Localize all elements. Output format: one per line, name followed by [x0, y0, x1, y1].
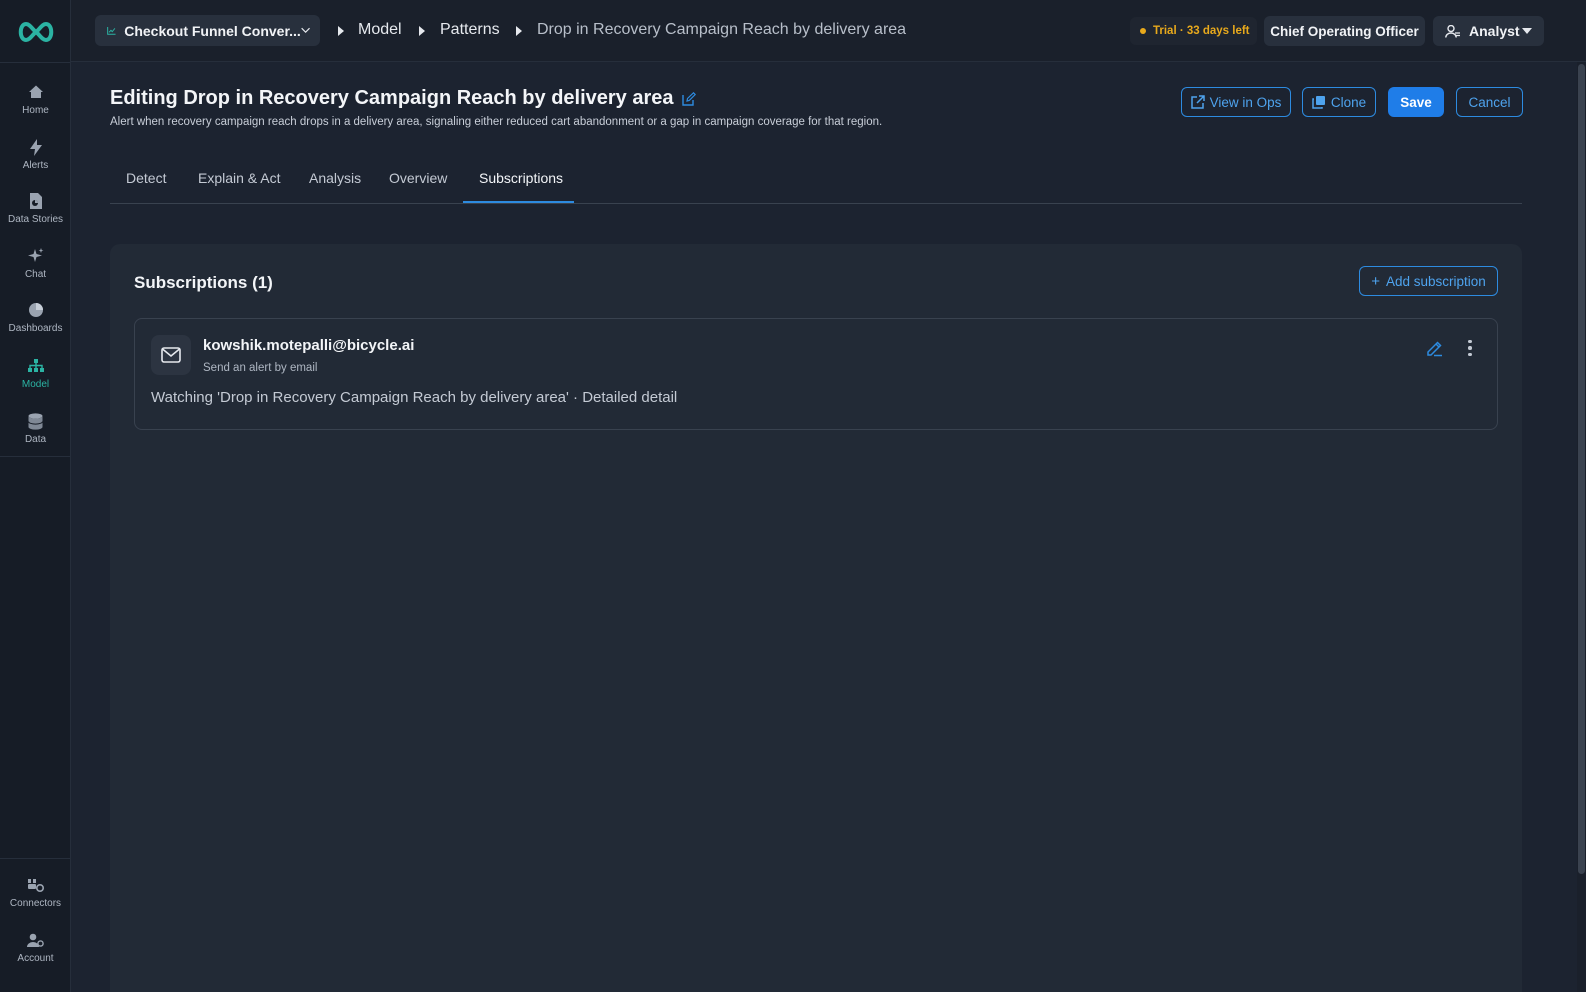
bolt-icon — [27, 138, 45, 156]
active-tab-indicator — [463, 201, 574, 203]
subscriptions-panel: Subscriptions (1) + Add subscription kow… — [110, 244, 1522, 992]
breadcrumb-model[interactable]: Model — [358, 21, 402, 39]
subscription-email: kowshik.motepalli@bicycle.ai — [203, 337, 415, 354]
sidebar-divider — [0, 456, 71, 457]
tab-bar: Detect Explain & Act Analysis Overview S… — [110, 160, 1522, 204]
save-label: Save — [1400, 94, 1432, 110]
external-link-icon — [1190, 95, 1205, 109]
user-icon — [1445, 24, 1460, 38]
trial-badge[interactable]: Trial · 33 days left — [1130, 17, 1257, 45]
sidebar-item-label: Dashboards — [8, 323, 63, 334]
project-label: Checkout Funnel Conver... — [124, 22, 301, 39]
account-icon — [27, 931, 45, 949]
connectors-icon — [27, 876, 45, 894]
sidebar-divider — [0, 62, 71, 63]
copy-icon — [1312, 96, 1325, 109]
sidebar-item-label: Home — [22, 105, 49, 116]
sidebar-divider — [0, 858, 71, 859]
sparkle-icon — [27, 247, 45, 265]
email-icon — [151, 335, 191, 375]
sidebar-item-label: Data Stories — [7, 214, 64, 225]
cancel-label: Cancel — [1468, 94, 1511, 110]
user-menu[interactable]: Analyst — [1433, 16, 1544, 46]
scrollbar-thumb[interactable] — [1578, 64, 1585, 874]
chevron-down-icon — [301, 27, 310, 33]
tab-overview[interactable]: Overview — [389, 170, 447, 186]
sidebar-item-label: Data — [24, 434, 47, 445]
sidebar-item-account[interactable]: Account — [0, 931, 71, 983]
breadcrumb-arrow-icon — [516, 26, 522, 36]
breadcrumb-current: Drop in Recovery Campaign Reach by deliv… — [537, 21, 907, 38]
breadcrumb-arrow-icon — [419, 26, 425, 36]
status-dot-icon — [1140, 28, 1146, 34]
cancel-button[interactable]: Cancel — [1456, 87, 1523, 117]
subscription-card[interactable]: kowshik.motepalli@bicycle.ai Send an ale… — [134, 318, 1498, 430]
page-description: Alert when recovery campaign reach drops… — [110, 116, 883, 128]
view-in-ops-button[interactable]: View in Ops — [1181, 87, 1291, 117]
subscription-watching: Watching 'Drop in Recovery Campaign Reac… — [151, 389, 678, 406]
sidebar-item-alerts[interactable]: Alerts — [0, 138, 71, 190]
project-selector[interactable]: Checkout Funnel Conver... — [95, 15, 320, 46]
add-subscription-button[interactable]: + Add subscription — [1359, 266, 1498, 296]
clone-label: Clone — [1330, 94, 1367, 110]
sidebar-item-dashboards[interactable]: Dashboards — [0, 301, 71, 353]
hierarchy-icon — [27, 357, 45, 375]
tab-detect[interactable]: Detect — [126, 170, 166, 186]
home-icon — [27, 83, 45, 101]
sidebar-item-label: Alerts — [22, 160, 49, 171]
sidebar-item-label: Account — [17, 953, 54, 964]
tab-explain-act[interactable]: Explain & Act — [198, 170, 281, 186]
logo-icon[interactable] — [16, 20, 56, 44]
tab-analysis[interactable]: Analysis — [309, 170, 361, 186]
caret-down-icon — [1522, 28, 1532, 34]
view-in-ops-label: View in Ops — [1209, 94, 1282, 110]
pencil-icon[interactable] — [1425, 339, 1443, 357]
top-bar: Checkout Funnel Conver... Model Patterns… — [71, 0, 1586, 62]
save-button[interactable]: Save — [1388, 87, 1444, 117]
page-title-row: Editing Drop in Recovery Campaign Reach … — [110, 87, 696, 110]
scrollbar[interactable] — [1577, 62, 1586, 992]
breadcrumb-patterns[interactable]: Patterns — [440, 21, 500, 39]
sidebar-item-connectors[interactable]: Connectors — [0, 876, 71, 928]
plus-icon: + — [1371, 272, 1380, 290]
line-chart-icon — [107, 26, 116, 35]
tab-subscriptions[interactable]: Subscriptions — [479, 170, 563, 186]
sidebar: Home Alerts Data Stories Chat Dashboards… — [0, 0, 71, 992]
more-options-icon[interactable] — [1461, 339, 1479, 357]
role-label: Chief Operating Officer — [1270, 23, 1419, 39]
trial-text: Trial · 33 days left — [1153, 25, 1250, 37]
database-icon — [27, 412, 45, 430]
breadcrumb-arrow-icon — [338, 26, 344, 36]
sidebar-item-label: Chat — [24, 269, 47, 280]
subscription-method: Send an alert by email — [203, 362, 318, 374]
data-stories-icon — [27, 192, 45, 210]
user-label: Analyst — [1469, 23, 1520, 39]
sidebar-item-label: Connectors — [9, 898, 62, 909]
subscriptions-title: Subscriptions (1) — [134, 273, 273, 292]
page-title: Editing Drop in Recovery Campaign Reach … — [110, 87, 674, 109]
role-selector[interactable]: Chief Operating Officer — [1264, 16, 1425, 46]
edit-title-icon[interactable] — [681, 91, 696, 106]
sidebar-item-data-stories[interactable]: Data Stories — [0, 192, 71, 244]
sidebar-item-model[interactable]: Model — [0, 357, 71, 409]
sidebar-item-chat[interactable]: Chat — [0, 247, 71, 299]
pie-chart-icon — [27, 301, 45, 319]
sidebar-item-home[interactable]: Home — [0, 83, 71, 135]
add-subscription-label: Add subscription — [1385, 273, 1486, 289]
sidebar-item-label: Model — [21, 379, 50, 390]
clone-button[interactable]: Clone — [1302, 87, 1376, 117]
